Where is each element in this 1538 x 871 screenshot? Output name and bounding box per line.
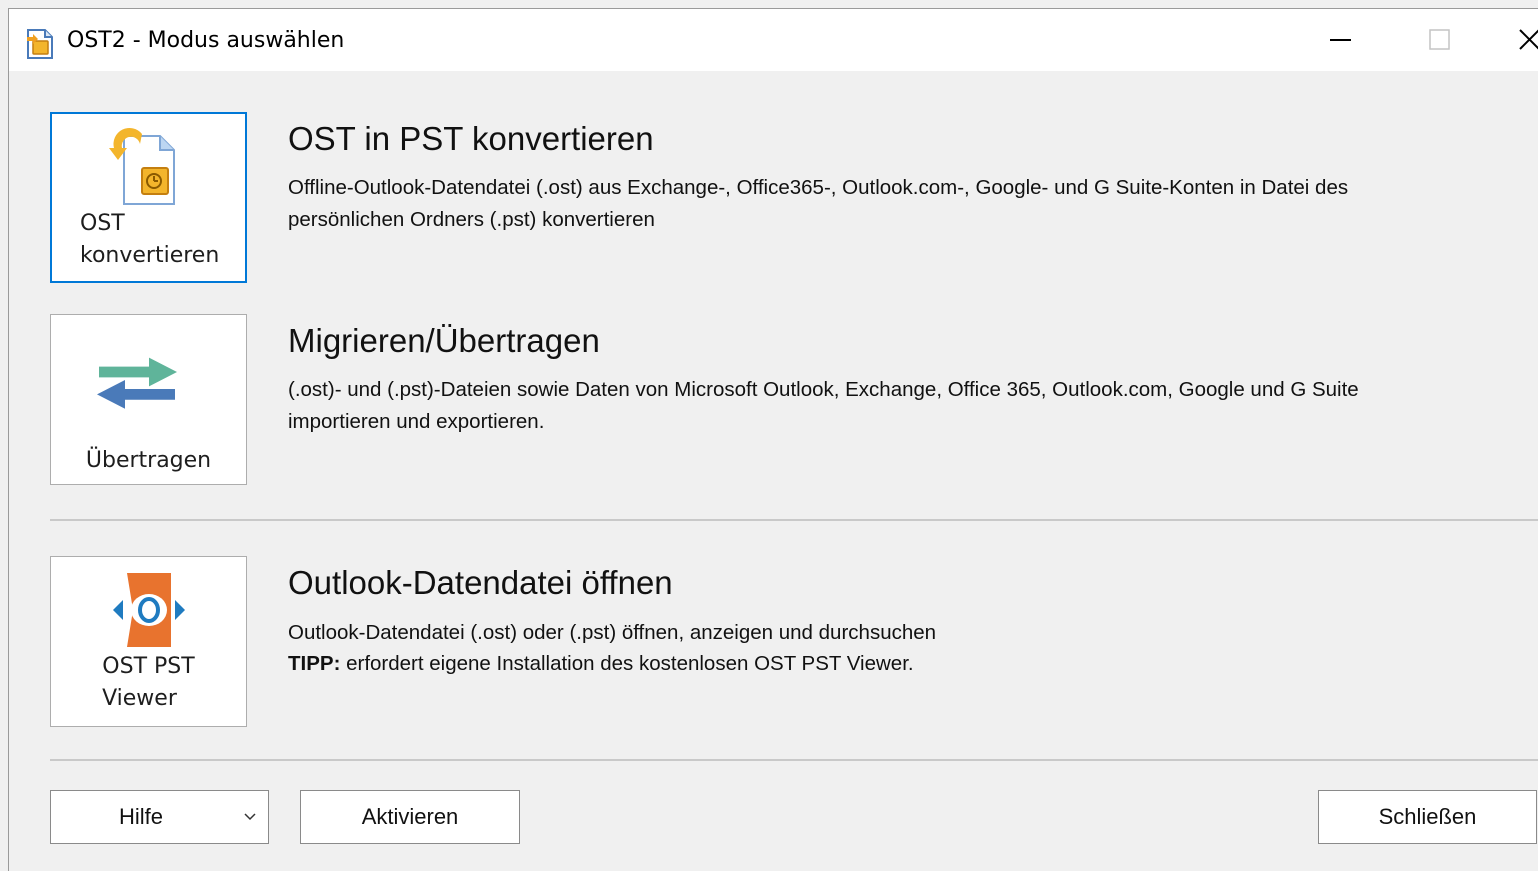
migrate-label: Übertragen — [85, 448, 212, 473]
close-label: Schließen — [1378, 804, 1477, 829]
convert-ost-description-line1: Offline-Outlook-Datendatei (.ost) aus Ex… — [288, 176, 1349, 199]
transfer-arrows-icon — [97, 357, 177, 409]
close-button[interactable]: Schließen — [1318, 790, 1537, 844]
viewer-heading: Outlook-Datendatei öffnen — [288, 564, 673, 601]
chevron-down-icon — [244, 813, 256, 821]
close-icon — [1519, 29, 1538, 50]
viewer-icon — [113, 573, 185, 647]
tip-label: TIPP: — [288, 652, 341, 675]
section-divider — [50, 519, 1538, 521]
convert-icon — [109, 127, 175, 205]
footer-divider — [50, 759, 1538, 761]
activate-button[interactable]: Aktivieren — [300, 790, 520, 844]
migrate-description-line2: importieren und exportieren. — [288, 410, 545, 433]
activate-label: Aktivieren — [361, 804, 459, 829]
app-icon — [27, 29, 53, 59]
convert-ost-heading: OST in PST konvertieren — [288, 120, 654, 157]
convert-ost-label-line2: konvertieren — [80, 243, 220, 268]
title-bar[interactable]: OST2 - Modus auswählen — [9, 9, 1538, 71]
migrate-heading: Migrieren/Übertragen — [288, 322, 600, 359]
mode-select-dialog: OST2 - Modus auswählen OST konvertieren … — [8, 8, 1538, 871]
migrate-description-line1: (.ost)- und (.pst)-Dateien sowie Daten v… — [288, 378, 1359, 401]
convert-ost-description-line2: persönlichen Ordners (.pst) konvertieren — [288, 208, 655, 231]
maximize-icon — [1429, 29, 1450, 50]
maximize-button[interactable] — [1397, 9, 1477, 71]
help-label: Hilfe — [119, 804, 164, 829]
viewer-label-line1: OST PST — [102, 654, 195, 679]
close-window-button[interactable] — [1487, 9, 1538, 71]
convert-ost-button[interactable]: OST konvertieren — [50, 112, 247, 283]
minimize-icon — [1330, 39, 1351, 41]
viewer-tip: TIPP: erfordert eigene Installation des … — [288, 648, 1538, 680]
convert-ost-label-line1: OST — [80, 211, 125, 236]
tip-text: erfordert eigene Installation des kosten… — [340, 652, 914, 675]
migrate-button[interactable]: Übertragen — [50, 314, 247, 485]
viewer-label-line2: Viewer — [102, 686, 177, 711]
help-dropdown-button[interactable]: Hilfe — [50, 790, 269, 844]
viewer-description: Outlook-Datendatei (.ost) oder (.pst) öf… — [288, 621, 937, 644]
minimize-button[interactable] — [1307, 9, 1387, 71]
viewer-button[interactable]: OST PST Viewer — [50, 556, 247, 727]
window-title: OST2 - Modus auswählen — [67, 28, 345, 53]
